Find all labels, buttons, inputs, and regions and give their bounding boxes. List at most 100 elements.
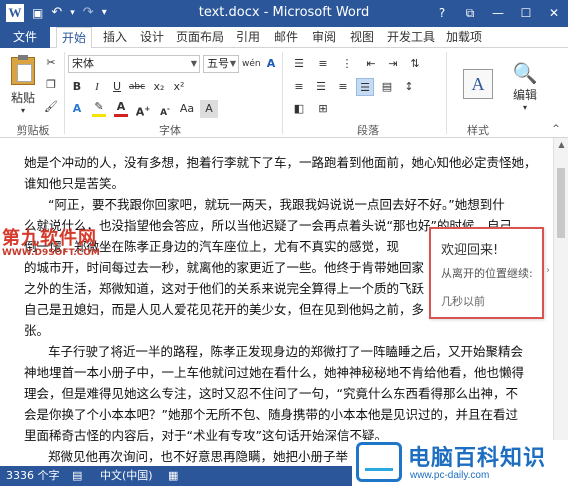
language-indicator[interactable]: 中文(中国) bbox=[100, 466, 153, 486]
welcome-back-popup[interactable]: 欢迎回来! 从离开的位置继续: 几秒以前 bbox=[429, 227, 544, 319]
superscript-button[interactable]: x² bbox=[170, 78, 188, 96]
font-color-swatch bbox=[114, 114, 128, 117]
numbering-icon[interactable]: ≡ bbox=[314, 55, 332, 73]
highlight-color-swatch bbox=[92, 114, 106, 117]
justify-icon[interactable]: ☰ bbox=[356, 78, 374, 96]
tab-view[interactable]: 视图 bbox=[346, 27, 378, 48]
char-border-icon[interactable]: A bbox=[262, 55, 280, 73]
font-group-label: 字体 bbox=[159, 124, 181, 137]
italic-button[interactable]: I bbox=[88, 78, 106, 96]
document-line: 谁知他只是苦笑。 bbox=[24, 176, 125, 191]
font-color-button[interactable]: A bbox=[112, 100, 130, 118]
ribbon-tabs: 文件 开始 插入 设计 页面布局 引用 邮件 审阅 视图 开发工具 加载项 bbox=[0, 27, 568, 49]
tab-file[interactable]: 文件 bbox=[0, 27, 50, 48]
word-count[interactable]: 3336 个字 bbox=[6, 466, 60, 486]
paste-button[interactable]: 粘贴 ▾ bbox=[6, 54, 40, 118]
phonetic-guide-icon[interactable]: wén bbox=[242, 55, 261, 73]
clipboard-group-label: 剪贴板 bbox=[16, 124, 50, 137]
align-left-icon[interactable]: ≡ bbox=[290, 78, 308, 96]
align-center-icon[interactable]: ☰ bbox=[312, 78, 330, 96]
help-button[interactable]: ? bbox=[428, 0, 456, 27]
document-line: 会是你换了个小本本吧？”她那个无所不包、随身携带的小本本他是见识过的，并且在看过 bbox=[24, 407, 518, 422]
distributed-icon[interactable]: ▤ bbox=[378, 78, 396, 96]
ribbon-home: 粘贴 ▾ ✂ ❐ 🖌 剪贴板 宋体 ▼ 五号 ▼ wén A B I U abc… bbox=[0, 48, 568, 138]
monitor-logo-icon bbox=[356, 442, 402, 482]
editing-label: 编辑 bbox=[512, 88, 537, 102]
watermark-d9soft-name: 第九软件网 bbox=[2, 228, 97, 249]
shading-icon[interactable]: ◧ bbox=[290, 100, 308, 118]
copy-icon[interactable]: ❐ bbox=[42, 76, 60, 94]
minimize-button[interactable]: — bbox=[484, 0, 512, 27]
chevron-right-icon[interactable]: › bbox=[546, 265, 550, 276]
cut-icon[interactable]: ✂ bbox=[42, 54, 60, 72]
styles-button[interactable]: A bbox=[458, 56, 498, 112]
clipboard-icon bbox=[11, 55, 35, 85]
document-line: 车子行驶了将近一半的路程，陈孝正发现身边的郑微打了一阵瞌睡之后，又开始聚精会 bbox=[48, 344, 524, 359]
title-bar: W ▣ ↶ ▾ ↷ ▾ text.docx - Microsoft Word ?… bbox=[0, 0, 568, 27]
tab-page-layout[interactable]: 页面布局 bbox=[174, 27, 226, 48]
bullets-icon[interactable]: ☰ bbox=[290, 55, 308, 73]
paste-dropdown-icon: ▾ bbox=[20, 106, 25, 115]
macro-record-icon[interactable]: ▦ bbox=[168, 466, 178, 486]
document-line: 神地埋首一本小册子中，一上车他就问过她在看什么，她神神秘秘地不肯给他看，他也懒得 bbox=[24, 365, 525, 380]
tab-insert[interactable]: 插入 bbox=[98, 27, 132, 48]
group-separator bbox=[282, 52, 283, 134]
clear-formatting-icon[interactable]: Aa bbox=[178, 100, 196, 118]
tab-mailings[interactable]: 邮件 bbox=[270, 27, 302, 48]
scroll-up-icon[interactable]: ▲ bbox=[554, 140, 568, 149]
watermark-pc-daily: 电脑百科知识 www.pc-daily.com bbox=[352, 440, 568, 486]
chevron-down-icon: ▼ bbox=[229, 59, 236, 68]
strikethrough-button[interactable]: abc bbox=[128, 78, 146, 96]
highlight-color-button[interactable]: ✎ bbox=[90, 100, 108, 118]
document-line: 张。 bbox=[24, 323, 50, 338]
window-controls: ? ⧉ — ☐ ✕ bbox=[428, 0, 568, 27]
chevron-down-icon: ▼ bbox=[190, 59, 197, 68]
popup-subtitle[interactable]: 从离开的位置继续: bbox=[441, 265, 533, 281]
text-effects-icon[interactable]: A bbox=[68, 100, 86, 118]
watermark-d9soft: 第九软件网 WWW.D9SOFT.COM bbox=[2, 224, 112, 258]
grow-font-icon[interactable]: A+ bbox=[134, 100, 152, 119]
multilevel-list-icon[interactable]: ⋮ bbox=[338, 55, 356, 73]
ribbon-display-options-button[interactable]: ⧉ bbox=[456, 0, 484, 27]
popup-title: 欢迎回来! bbox=[441, 243, 499, 258]
borders-icon[interactable]: ⊞ bbox=[314, 100, 332, 118]
scrollbar-thumb[interactable] bbox=[557, 168, 565, 238]
font-size-combo[interactable]: 五号 ▼ bbox=[203, 55, 239, 73]
popup-time: 几秒以前 bbox=[441, 295, 485, 308]
line-spacing-icon[interactable]: ↕ bbox=[400, 78, 418, 96]
paste-label: 粘贴 bbox=[10, 91, 35, 105]
tab-design[interactable]: 设计 bbox=[136, 27, 168, 48]
bold-button[interactable]: B bbox=[68, 78, 86, 96]
paragraph-group-label: 段落 bbox=[357, 124, 379, 137]
align-right-icon[interactable]: ≡ bbox=[334, 78, 352, 96]
format-painter-icon[interactable]: 🖌 bbox=[42, 98, 60, 116]
maximize-button[interactable]: ☐ bbox=[512, 0, 540, 27]
font-name-combo[interactable]: 宋体 ▼ bbox=[68, 55, 200, 73]
styles-icon: A bbox=[463, 69, 493, 99]
group-separator bbox=[446, 52, 447, 134]
styles-group-label: 样式 bbox=[467, 124, 489, 137]
tab-addins[interactable]: 加载项 bbox=[442, 27, 486, 48]
tab-references[interactable]: 引用 bbox=[232, 27, 264, 48]
watermark-pc-daily-url: www.pc-daily.com bbox=[410, 470, 490, 481]
shrink-font-icon[interactable]: A- bbox=[156, 100, 174, 118]
document-line: 理会，但是难得见她这么专注，这时又忍不住问了一句，“究竟什么东西看得那么出神，不 bbox=[24, 386, 518, 401]
sort-icon[interactable]: ⇅ bbox=[406, 55, 424, 73]
vertical-scrollbar[interactable]: ▲ bbox=[553, 138, 568, 466]
tab-review[interactable]: 审阅 bbox=[308, 27, 340, 48]
increase-indent-icon[interactable]: ⇥ bbox=[384, 55, 402, 73]
subscript-button[interactable]: x₂ bbox=[150, 78, 168, 96]
tab-home[interactable]: 开始 bbox=[56, 27, 92, 49]
underline-button[interactable]: U bbox=[108, 78, 126, 96]
group-separator bbox=[64, 52, 65, 134]
decrease-indent-icon[interactable]: ⇤ bbox=[362, 55, 380, 73]
proofing-icon[interactable]: ▤ bbox=[72, 466, 82, 486]
binoculars-icon: 🔍 bbox=[512, 61, 538, 85]
document-line: “阿正，要不我跟你回家吧，就玩一两天，我跟我妈说说一点回去好不好。”她想到什 bbox=[48, 197, 505, 212]
collapse-ribbon-icon[interactable]: ^ bbox=[547, 120, 565, 138]
close-button[interactable]: ✕ bbox=[540, 0, 568, 27]
char-shading-icon[interactable]: A bbox=[200, 100, 218, 118]
editing-button[interactable]: 🔍 编辑 ▾ bbox=[508, 56, 542, 116]
tab-developer[interactable]: 开发工具 bbox=[384, 27, 438, 48]
watermark-pc-daily-name: 电脑百科知识 bbox=[408, 446, 547, 471]
